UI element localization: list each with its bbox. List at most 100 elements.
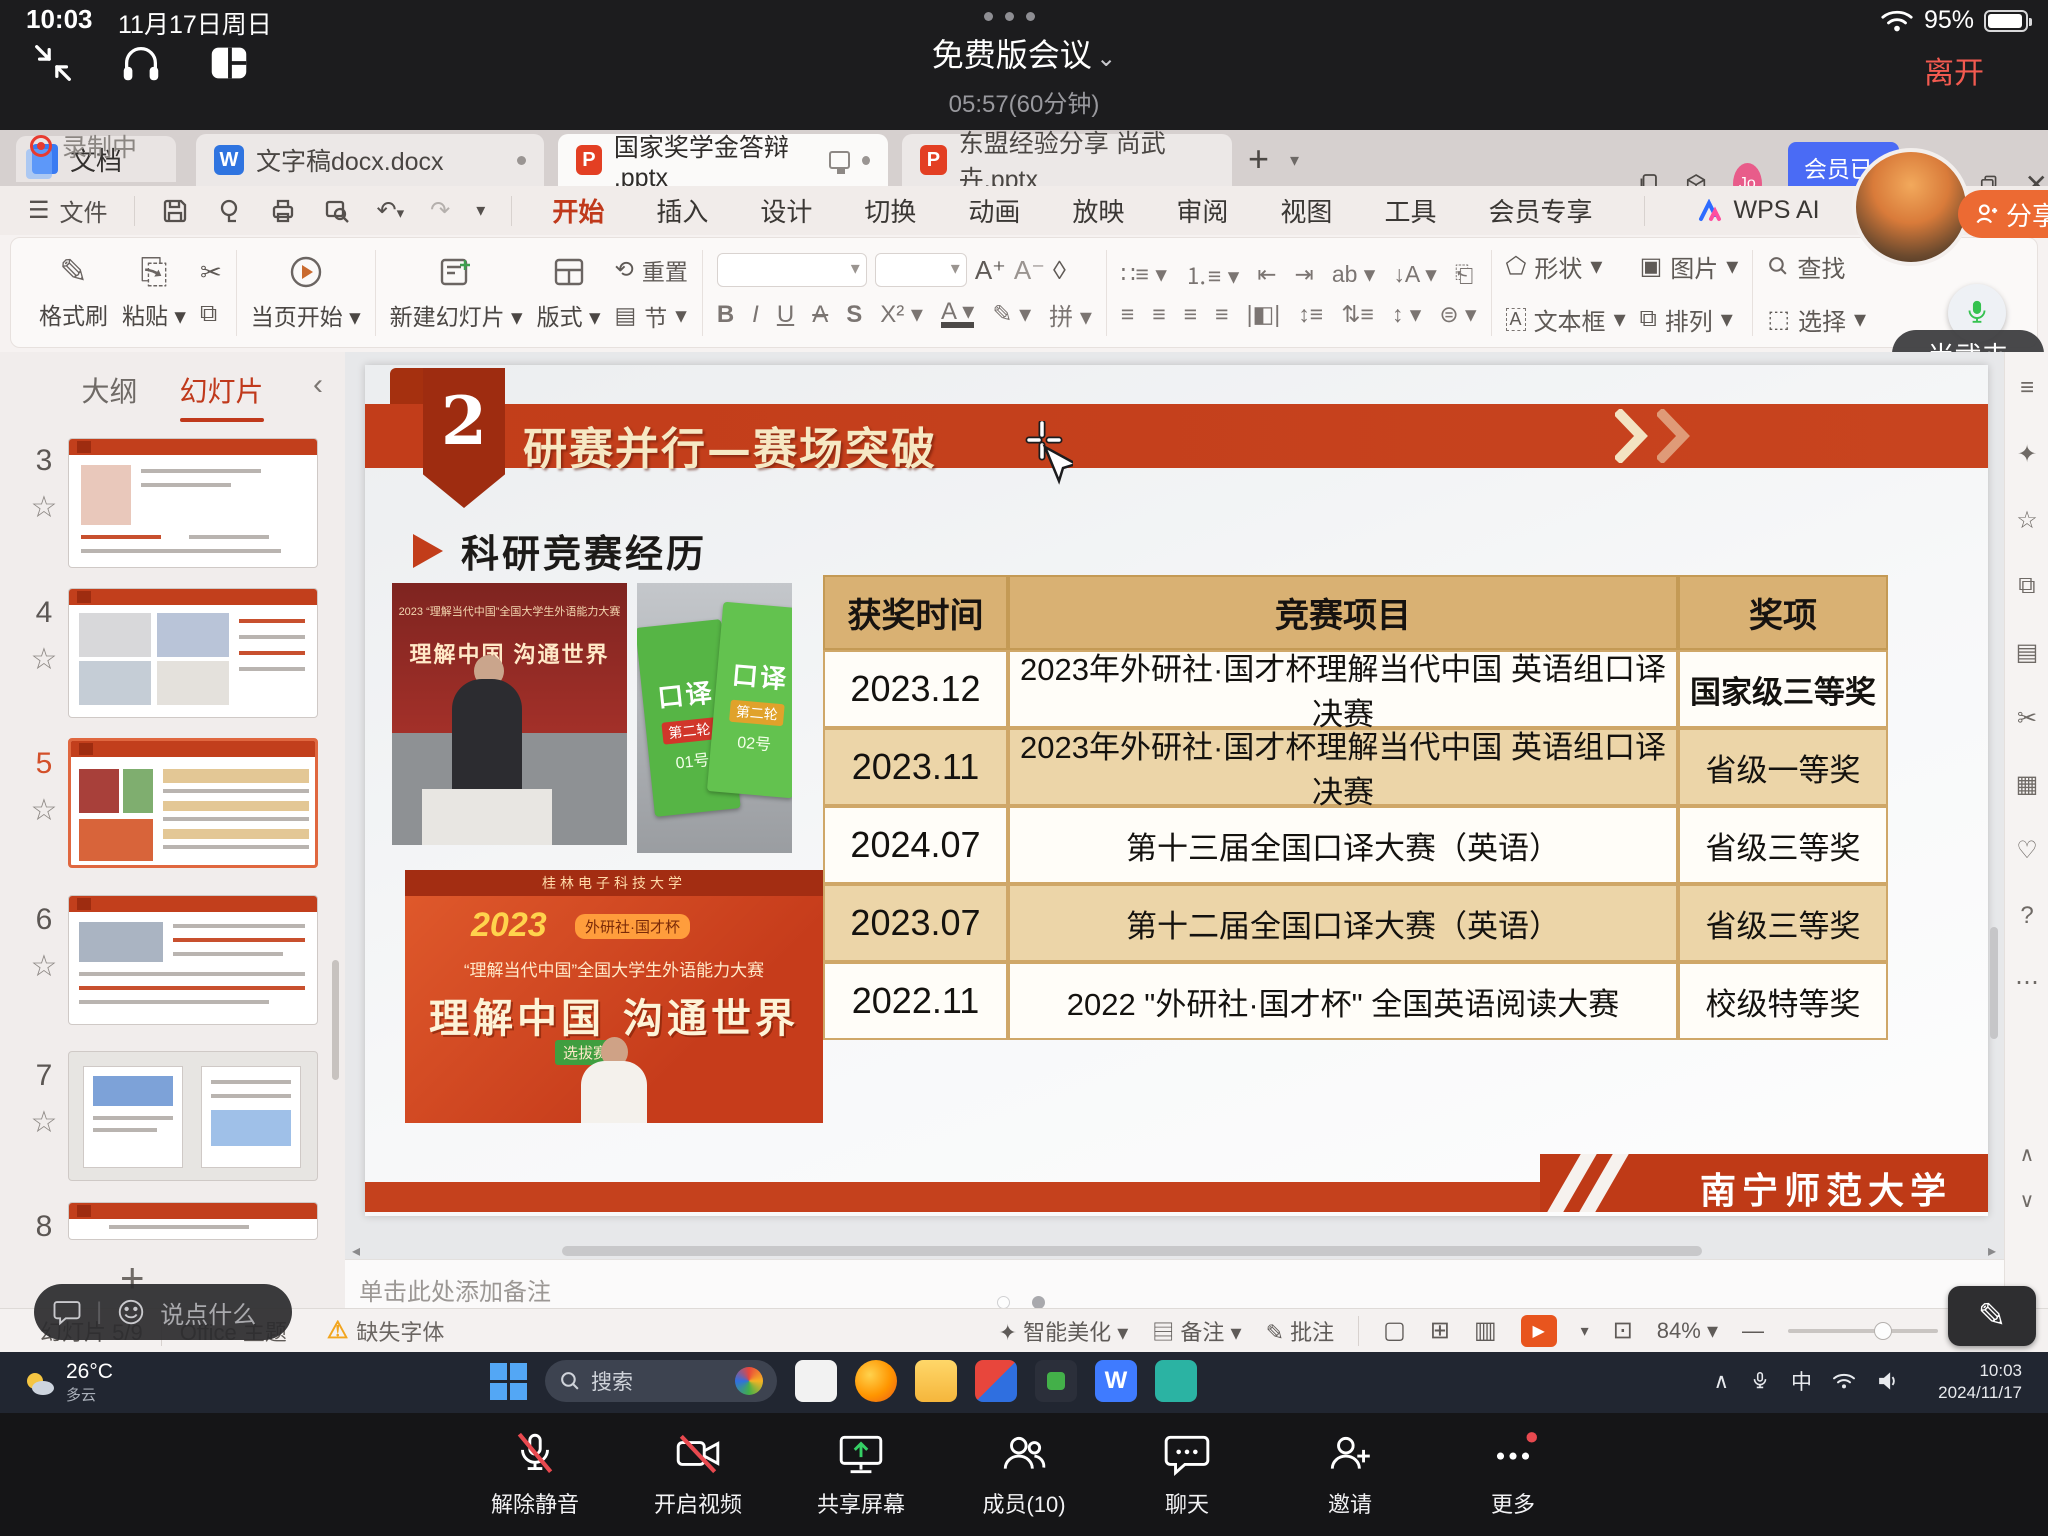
increase-font-button[interactable]: A⁺: [975, 255, 1006, 286]
tray-volume-icon[interactable]: [1876, 1370, 1898, 1392]
scroll-right-icon[interactable]: ▸: [1988, 1241, 1996, 1261]
beautify-button[interactable]: ✦ 智能美化 ▾: [999, 1315, 1129, 1347]
reset-button[interactable]: ⟲重置: [615, 253, 688, 287]
tab-list-chevron-icon[interactable]: ▾: [1290, 150, 1299, 171]
align-center-button[interactable]: ≡: [1152, 301, 1165, 328]
slide-thumbnail-7[interactable]: [68, 1051, 318, 1181]
shadow-button[interactable]: S: [846, 301, 862, 329]
fit-screen-button[interactable]: ⊡: [1613, 1316, 1633, 1345]
clear-format-button[interactable]: ◊: [1053, 255, 1066, 286]
arrange-button[interactable]: ⧉排列 ▾: [1640, 302, 1739, 337]
columns-button[interactable]: |◧|: [1247, 301, 1281, 328]
app-firefox[interactable]: [855, 1360, 897, 1402]
tray-expand-icon[interactable]: ∧: [1714, 1369, 1729, 1394]
file-menu[interactable]: ☰文件: [28, 193, 108, 228]
taskbar-search[interactable]: 搜索: [545, 1360, 777, 1402]
spacing-button[interactable]: ↕ ▾: [1392, 301, 1421, 328]
zoom-out-button[interactable]: —: [1742, 1318, 1764, 1344]
bullet-list-button[interactable]: ∷≡ ▾: [1121, 261, 1167, 288]
help-icon[interactable]: ?: [2005, 902, 2048, 930]
more-button[interactable]: 更多: [1448, 1429, 1578, 1519]
panel-list-icon[interactable]: ≡: [2005, 374, 2048, 402]
select-button[interactable]: ⬚选择 ▾: [1767, 302, 1866, 337]
star-icon[interactable]: ☆: [24, 642, 64, 677]
star-icon[interactable]: ☆: [24, 793, 64, 828]
vertical-scrollbar[interactable]: [1990, 927, 1998, 1039]
share-screen-button[interactable]: 共享屏幕: [796, 1429, 926, 1519]
share-button[interactable]: 分享: [1958, 190, 2048, 238]
hscroll-thumb[interactable]: [562, 1246, 1702, 1256]
app-teal[interactable]: [1155, 1360, 1197, 1402]
app-wps[interactable]: W: [1095, 1360, 1137, 1402]
new-slide-button[interactable]: 新建幻灯片 ▾: [390, 254, 523, 332]
normal-view-button[interactable]: ▢: [1383, 1316, 1406, 1345]
menu-design[interactable]: 设计: [760, 192, 812, 229]
menu-home[interactable]: 开始: [552, 192, 604, 229]
annotation-button[interactable]: ✎: [1948, 1286, 2036, 1346]
section-button[interactable]: ▤节 ▾: [615, 299, 688, 333]
notes-button[interactable]: ▤ 备注 ▾: [1152, 1315, 1241, 1347]
slide-thumbnail-5-selected[interactable]: [68, 738, 318, 868]
weather-widget[interactable]: 26°C多云: [22, 1360, 113, 1405]
zoom-slider[interactable]: [1788, 1329, 1938, 1333]
collapse-panel-icon[interactable]: ‹: [313, 368, 323, 402]
align-right-button[interactable]: ≡: [1184, 301, 1197, 328]
emoji-icon[interactable]: [116, 1297, 146, 1327]
italic-button[interactable]: I: [752, 301, 759, 329]
notes-placeholder[interactable]: 单击此处添加备注: [359, 1272, 551, 1307]
zoom-level[interactable]: 84% ▾: [1657, 1318, 1718, 1344]
menu-animation[interactable]: 动画: [968, 192, 1020, 229]
menu-review[interactable]: 审阅: [1176, 192, 1228, 229]
slideshow-button[interactable]: ▶: [1521, 1315, 1557, 1347]
star-icon[interactable]: ☆: [2005, 506, 2048, 535]
leave-button[interactable]: 离开: [1924, 48, 1984, 92]
vertical-text-button[interactable]: ↓A ▾: [1393, 261, 1437, 288]
print-icon[interactable]: [269, 197, 297, 225]
app-notepad[interactable]: [795, 1360, 837, 1402]
picture-button[interactable]: ▣图片 ▾: [1640, 249, 1739, 284]
align-left-button[interactable]: ≡: [1121, 301, 1134, 328]
layout-panel-icon[interactable]: ▦: [2005, 770, 2048, 799]
underline-button[interactable]: U: [777, 301, 794, 329]
qat-chevron-icon[interactable]: ▾: [476, 200, 485, 221]
menu-slideshow[interactable]: 放映: [1072, 192, 1124, 229]
save-icon[interactable]: [161, 197, 189, 225]
chat-button[interactable]: 聊天: [1122, 1429, 1252, 1519]
slide-thumbnail-3[interactable]: [68, 438, 318, 568]
cut-panel-icon[interactable]: ✂: [2005, 704, 2048, 733]
tab-slides[interactable]: 幻灯片: [180, 370, 264, 410]
sorter-view-button[interactable]: ⊞: [1430, 1316, 1450, 1345]
invite-button[interactable]: 邀请: [1285, 1429, 1415, 1519]
slideshow-chevron-icon[interactable]: ▾: [1581, 1321, 1589, 1341]
meeting-chat-pill[interactable]: | 说点什么: [34, 1284, 292, 1340]
menu-member[interactable]: 会员专享: [1488, 192, 1592, 229]
justify-button[interactable]: ≡: [1215, 301, 1228, 328]
chart-panel-icon[interactable]: ▤: [2005, 638, 2048, 667]
bold-button[interactable]: B: [717, 301, 734, 329]
tab-outline[interactable]: 大纲: [81, 370, 137, 410]
slide-thumbnail-4[interactable]: [68, 588, 318, 718]
undo-button[interactable]: ↶▾: [377, 196, 405, 225]
highlight-button[interactable]: ✎ ▾: [992, 300, 1031, 329]
paste-button[interactable]: ⎘粘贴 ▾: [122, 255, 186, 331]
output-icon[interactable]: [215, 197, 243, 225]
cut-button[interactable]: ✂: [200, 257, 222, 288]
new-tab-button[interactable]: +: [1248, 138, 1269, 180]
font-family-select[interactable]: [717, 253, 867, 287]
shapes-button[interactable]: ⬠形状 ▾: [1506, 249, 1626, 284]
tray-wifi-icon[interactable]: [1832, 1371, 1856, 1391]
scroll-left-icon[interactable]: ◂: [352, 1241, 360, 1261]
notes-strip[interactable]: 单击此处添加备注: [345, 1259, 2004, 1308]
doc-tab-1[interactable]: W 文字稿docx.docx: [196, 134, 544, 186]
number-list-button[interactable]: ⒈≡ ▾: [1185, 257, 1239, 291]
missing-font-warning[interactable]: ⚠缺失字体: [327, 1315, 445, 1347]
play-from-page-button[interactable]: 当页开始 ▾: [251, 254, 361, 332]
slide-thumbnail-6[interactable]: [68, 895, 318, 1025]
sidebar-scrollbar[interactable]: [332, 960, 339, 1080]
strikethrough-button[interactable]: A: [812, 301, 828, 329]
star-icon[interactable]: ☆: [24, 1105, 64, 1140]
copy-panel-icon[interactable]: ⧉: [2005, 572, 2048, 600]
doc-tab-2-active[interactable]: P 国家奖学金答辩 .pptx: [558, 134, 888, 186]
start-video-button[interactable]: 开启视频: [633, 1429, 763, 1519]
indent-button[interactable]: ⇥: [1295, 261, 1314, 288]
